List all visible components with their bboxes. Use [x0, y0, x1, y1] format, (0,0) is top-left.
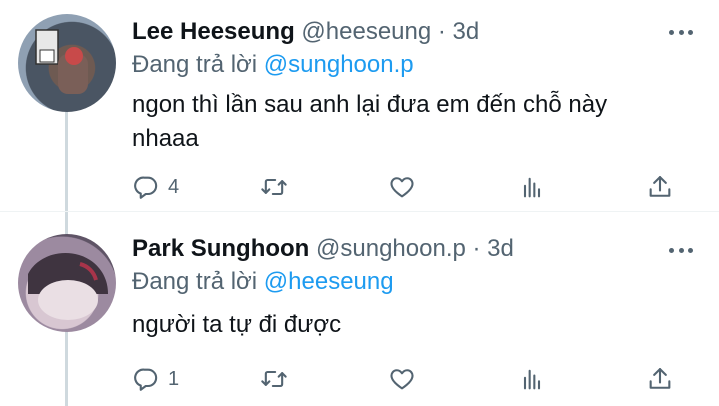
replying-to: Đang trả lời @heeseung: [132, 267, 394, 297]
timestamp[interactable]: 3d: [453, 18, 480, 45]
more-icon[interactable]: [669, 240, 693, 260]
timestamp[interactable]: 3d: [487, 235, 514, 262]
tweet-text: người ta tự đi được: [132, 311, 342, 338]
like-button[interactable]: [388, 364, 416, 394]
tweet-actions: 1: [132, 364, 692, 394]
mention-link[interactable]: @heeseung: [264, 268, 394, 295]
reply-tweet[interactable]: Park Sunghoon @sunghoon.p · 3d Đang trả …: [0, 212, 719, 406]
analytics-icon: [523, 369, 541, 390]
reply-button[interactable]: 4: [132, 172, 179, 202]
reply-tweet[interactable]: Lee Heeseung @heeseung · 3d Đang trả lời…: [0, 0, 719, 212]
share-icon: [649, 176, 671, 197]
replying-to: Đang trả lời @sunghoon.p: [132, 50, 414, 80]
user-handle[interactable]: @sunghoon.p: [316, 235, 466, 262]
analytics-button[interactable]: [518, 172, 546, 202]
mention-link[interactable]: @sunghoon.p: [264, 51, 414, 78]
display-name[interactable]: Park Sunghoon: [132, 235, 309, 262]
retweet-icon: [261, 370, 287, 388]
reply-count: 1: [168, 367, 180, 390]
tweet-actions: 4: [132, 172, 692, 202]
separator-dot: ·: [437, 18, 446, 45]
tweet-text: ngon thì lần sau anh lại đưa em đến chỗ …: [132, 91, 608, 152]
share-icon: [649, 368, 671, 389]
tweet-header: Park Sunghoon @sunghoon.p · 3d: [132, 234, 514, 264]
reply-count: 4: [168, 175, 180, 198]
separator-dot: ·: [472, 235, 481, 262]
retweet-button[interactable]: [260, 364, 288, 394]
analytics-button[interactable]: [518, 364, 546, 394]
reply-icon: [134, 176, 158, 199]
like-icon: [390, 177, 414, 198]
reply-icon: [134, 368, 158, 391]
user-handle[interactable]: @heeseung: [301, 18, 431, 45]
retweet-icon: [261, 178, 287, 196]
retweet-button[interactable]: [260, 172, 288, 202]
tweet-header: Lee Heeseung @heeseung · 3d: [132, 17, 479, 47]
avatar[interactable]: [18, 234, 116, 332]
more-icon[interactable]: [669, 22, 693, 42]
replying-prefix: Đang trả lời: [132, 51, 258, 78]
like-button[interactable]: [388, 172, 416, 202]
avatar[interactable]: [18, 14, 116, 112]
share-button[interactable]: [646, 172, 674, 202]
analytics-icon: [523, 177, 541, 198]
avatar-image: [35, 29, 88, 94]
reply-button[interactable]: 1: [132, 364, 179, 394]
display-name[interactable]: Lee Heeseung: [132, 18, 295, 45]
replying-prefix: Đang trả lời: [132, 268, 258, 295]
like-icon: [390, 369, 414, 390]
avatar-image: [28, 252, 108, 320]
share-button[interactable]: [646, 364, 674, 394]
